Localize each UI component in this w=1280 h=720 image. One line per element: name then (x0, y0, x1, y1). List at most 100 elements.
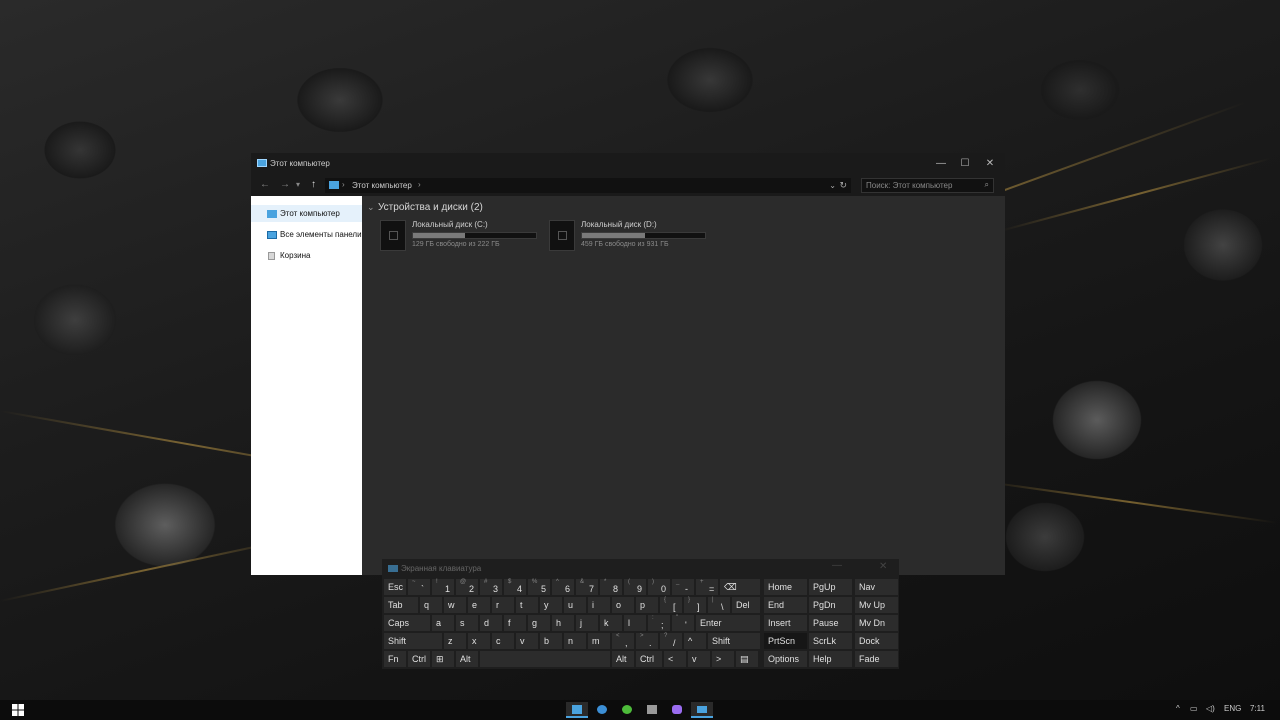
osk-key[interactable]: ScrLk (809, 633, 852, 649)
osk-key[interactable]: q (420, 597, 442, 613)
clock[interactable]: 7:11 (1250, 704, 1265, 713)
osk-key[interactable]: k (600, 615, 622, 631)
osk-key[interactable]: Shift (708, 633, 760, 649)
osk-key[interactable]: " ' (672, 615, 694, 631)
osk-key[interactable]: Caps (384, 615, 430, 631)
osk-key[interactable]: ^ 6 (552, 579, 574, 595)
osk-key[interactable]: ⊞ (432, 651, 454, 667)
osk-key[interactable]: + = (696, 579, 718, 595)
minimize-button[interactable]: — (934, 157, 948, 171)
osk-key[interactable]: _ - (672, 579, 694, 595)
osk-key[interactable]: PgUp (809, 579, 852, 595)
osk-key[interactable]: ) 0 (648, 579, 670, 595)
osk-key[interactable]: > (712, 651, 734, 667)
breadcrumb-separator[interactable]: › (342, 180, 345, 189)
back-button[interactable]: ← (260, 180, 270, 190)
osk-key[interactable]: ? / (660, 633, 682, 649)
chevron-down-icon[interactable]: ⌄ (367, 202, 375, 213)
osk-key[interactable] (480, 651, 610, 667)
osk-key[interactable]: Esc (384, 579, 406, 595)
osk-key[interactable]: Del (732, 597, 760, 613)
osk-key[interactable]: Shift (384, 633, 442, 649)
osk-key[interactable]: Insert (764, 615, 807, 631)
network-icon[interactable]: ▭ (1190, 704, 1198, 713)
search-input[interactable] (866, 180, 976, 191)
show-hidden-icons-button[interactable]: ^ (1176, 704, 1180, 713)
chevron-down-icon[interactable]: ⌄ (829, 181, 836, 190)
refresh-icon[interactable]: ↻ (839, 180, 847, 191)
osk-key[interactable]: n (564, 633, 586, 649)
osk-key[interactable]: Ctrl (636, 651, 662, 667)
osk-key[interactable]: ⌫ (720, 579, 760, 595)
taskbar-app-osk[interactable] (691, 702, 713, 718)
breadcrumb-separator[interactable]: › (418, 180, 421, 189)
search-box[interactable]: ⌕ (861, 178, 994, 193)
maximize-button[interactable]: ☐ (958, 157, 972, 171)
drive-item-c[interactable]: Локальный диск (C:) 129 ГБ свободно из 2… (380, 218, 545, 254)
sidebar-item-this-pc[interactable]: Этот компьютер (251, 205, 362, 222)
osk-close-button[interactable]: ✕ (879, 561, 887, 572)
osk-key[interactable]: Tab (384, 597, 418, 613)
osk-key[interactable]: Dock (855, 633, 898, 649)
osk-key[interactable]: c (492, 633, 514, 649)
taskbar-app-media[interactable] (641, 702, 663, 718)
osk-key[interactable]: b (540, 633, 562, 649)
osk-key[interactable]: e (468, 597, 490, 613)
osk-key[interactable]: % 5 (528, 579, 550, 595)
osk-key[interactable]: i (588, 597, 610, 613)
osk-key[interactable]: }] (684, 597, 706, 613)
osk-key[interactable]: m (588, 633, 610, 649)
osk-key[interactable]: Fade (855, 651, 898, 667)
osk-key[interactable]: $4 (504, 579, 526, 595)
window-titlebar[interactable]: Этот компьютер — ☐ ✕ (251, 153, 1005, 175)
forward-button[interactable]: → (280, 180, 290, 190)
breadcrumb-this-pc[interactable]: Этот компьютер (352, 181, 412, 190)
osk-key[interactable]: End (764, 597, 807, 613)
osk-key[interactable]: p (636, 597, 658, 613)
osk-key[interactable]: Nav (855, 579, 898, 595)
close-button[interactable]: ✕ (983, 157, 997, 171)
osk-key[interactable]: Alt (456, 651, 478, 667)
osk-key[interactable]: g (528, 615, 550, 631)
osk-key[interactable]: ~ ` (408, 579, 430, 595)
osk-key[interactable]: <, (612, 633, 634, 649)
osk-key[interactable]: #3 (480, 579, 502, 595)
osk-key[interactable]: y (540, 597, 562, 613)
address-bar[interactable]: › Этот компьютер › ⌄ ↻ (325, 178, 851, 193)
osk-key[interactable]: h (552, 615, 574, 631)
group-header[interactable]: ⌄ Устройства и диски (2) (367, 202, 483, 213)
osk-key[interactable]: | \ (708, 597, 730, 613)
volume-icon[interactable]: ◁) (1206, 704, 1215, 713)
osk-key[interactable]: z (444, 633, 466, 649)
osk-key[interactable]: f (504, 615, 526, 631)
osk-key[interactable]: j (576, 615, 598, 631)
osk-key[interactable]: Help (809, 651, 852, 667)
osk-key[interactable]: ! 1 (432, 579, 454, 595)
osk-key[interactable]: < (664, 651, 686, 667)
drive-item-d[interactable]: Локальный диск (D:) 459 ГБ свободно из 9… (549, 218, 714, 254)
osk-key[interactable]: Ctrl (408, 651, 430, 667)
osk-key[interactable]: PgDn (809, 597, 852, 613)
osk-key[interactable]: @2 (456, 579, 478, 595)
taskbar-app-game[interactable] (666, 702, 688, 718)
taskbar-app-utorrent[interactable] (616, 702, 638, 718)
osk-key[interactable]: v (516, 633, 538, 649)
osk-key[interactable]: & 7 (576, 579, 598, 595)
osk-key[interactable]: d (480, 615, 502, 631)
osk-key[interactable]: u (564, 597, 586, 613)
osk-key[interactable]: PrtScn (764, 633, 807, 649)
osk-key[interactable]: o (612, 597, 634, 613)
osk-minimize-button[interactable]: — (832, 560, 842, 571)
osk-key[interactable]: Mv Up (855, 597, 898, 613)
osk-key[interactable]: ^ (684, 633, 706, 649)
osk-key[interactable]: * 8 (600, 579, 622, 595)
sidebar-item-recycle-bin[interactable]: Корзина (251, 247, 362, 264)
language-indicator[interactable]: ENG (1224, 704, 1241, 713)
osk-key[interactable]: {[ (660, 597, 682, 613)
osk-key[interactable]: ▤ (736, 651, 758, 667)
osk-key[interactable]: a (432, 615, 454, 631)
sidebar-item-control-panel[interactable]: Все элементы панели (251, 226, 362, 243)
osk-key[interactable]: Options (764, 651, 807, 667)
taskbar-app-edge[interactable] (591, 702, 613, 718)
osk-key[interactable]: (9 (624, 579, 646, 595)
